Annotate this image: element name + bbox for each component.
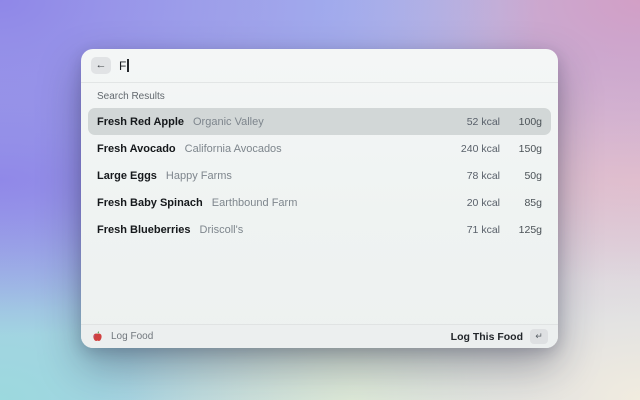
food-kcal: 71 kcal [466, 223, 500, 236]
empty-area [81, 243, 558, 324]
app-name-label: Log Food [111, 331, 154, 342]
result-row[interactable]: Fresh Avocado California Avocados 240 kc… [88, 135, 551, 162]
app-identity: Log Food [91, 330, 153, 343]
result-row[interactable]: Fresh Baby Spinach Earthbound Farm 20 kc… [88, 189, 551, 216]
result-row[interactable]: Fresh Red Apple Organic Valley 52 kcal 1… [88, 108, 551, 135]
food-kcal: 52 kcal [466, 115, 500, 128]
food-grams: 125g [518, 223, 542, 236]
food-brand: Driscoll's [199, 223, 244, 236]
food-brand: Organic Valley [193, 115, 264, 128]
result-row[interactable]: Fresh Blueberries Driscoll's 71 kcal 125… [88, 216, 551, 243]
food-brand: Earthbound Farm [211, 196, 298, 209]
back-button[interactable]: ← [91, 57, 111, 74]
header-divider [81, 82, 558, 83]
food-name: Large Eggs [97, 169, 157, 182]
search-bar: ← F [81, 49, 558, 82]
footer-bar: Log Food Log This Food ↵ [81, 324, 558, 348]
log-this-food-action[interactable]: Log This Food ↵ [451, 329, 548, 344]
search-query-text: F [119, 58, 127, 73]
food-logger-window: ← F Search Results Fresh Red Apple Organ… [81, 49, 558, 348]
food-name: Fresh Baby Spinach [97, 196, 203, 209]
food-grams: 85g [524, 196, 542, 209]
result-row[interactable]: Large Eggs Happy Farms 78 kcal 50g [88, 162, 551, 189]
food-kcal: 20 kcal [466, 196, 500, 209]
section-label: Search Results [97, 91, 165, 102]
enter-key-icon: ↵ [530, 329, 548, 344]
back-arrow-icon: ← [95, 59, 107, 71]
food-kcal: 78 kcal [466, 169, 500, 182]
results-list: Fresh Red Apple Organic Valley 52 kcal 1… [81, 108, 558, 243]
apple-icon [93, 331, 102, 342]
food-brand: California Avocados [184, 142, 282, 155]
food-grams: 50g [524, 169, 542, 182]
food-name: Fresh Blueberries [97, 223, 191, 236]
food-grams: 150g [518, 142, 542, 155]
text-caret [127, 59, 129, 72]
food-name: Fresh Avocado [97, 142, 176, 155]
search-input[interactable]: F [119, 59, 129, 73]
food-name: Fresh Red Apple [97, 115, 184, 128]
food-kcal: 240 kcal [460, 142, 500, 155]
action-label: Log This Food [450, 330, 523, 343]
food-grams: 100g [518, 115, 542, 128]
food-brand: Happy Farms [165, 169, 232, 182]
